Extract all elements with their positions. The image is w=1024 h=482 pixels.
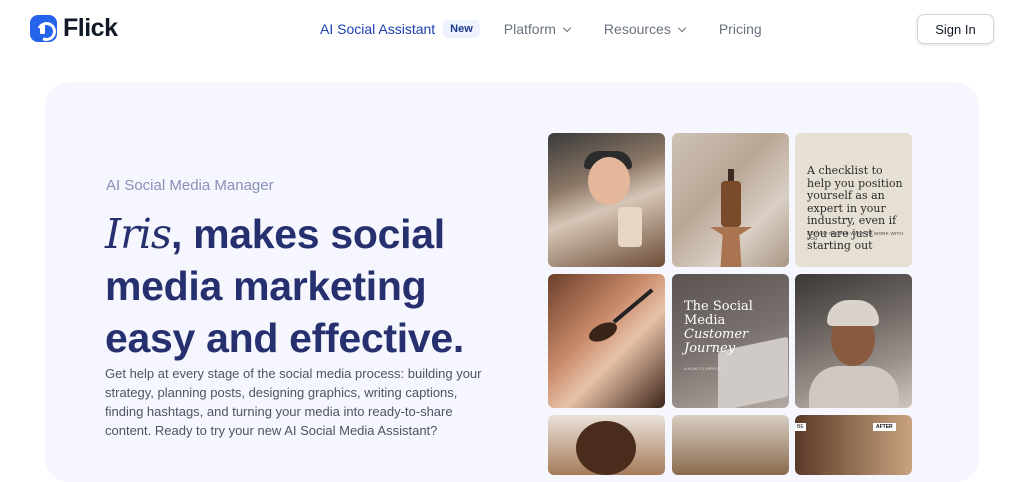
headline-name: Iris	[105, 210, 172, 258]
customer-journey-line2: Customer Journey	[684, 327, 749, 356]
gallery-image-interior	[672, 415, 789, 475]
hero-headline: Iris, makes social media marketing easy …	[105, 208, 525, 364]
nav-item-label: Pricing	[718, 21, 762, 37]
cup-shape	[618, 207, 642, 247]
gallery-image-man-stretching	[795, 274, 912, 408]
sign-in-button[interactable]: Sign In	[917, 14, 994, 44]
bottle-shape	[721, 169, 741, 227]
body-shape	[809, 366, 899, 408]
flick-logo-icon	[30, 15, 57, 42]
nav-item-resources[interactable]: Resources	[603, 21, 687, 37]
stand-shape	[710, 227, 752, 267]
after-label: AFTER	[873, 423, 896, 431]
checklist-post-subtext: SO THAT PEOPLE WANT TO WORK WITH YOU	[807, 231, 904, 241]
nav-item-label: Resources	[603, 21, 671, 37]
gallery-image-barista	[548, 133, 665, 267]
before-label: BE	[795, 423, 806, 431]
tool-shape	[612, 288, 654, 324]
gallery-image-before-after: BE AFTER	[795, 415, 912, 475]
nav-item-platform[interactable]: Platform	[503, 21, 572, 37]
beanie-shape	[827, 300, 879, 326]
main-nav: AI Social Assistant New Platform Resourc…	[320, 20, 796, 38]
face-shape	[588, 157, 630, 205]
gallery-image-curly-hair	[548, 415, 665, 475]
top-navigation-bar: Flick AI Social Assistant New Platform R…	[0, 0, 1024, 58]
gallery-image-serum-bottle	[672, 133, 789, 267]
gallery-image-customer-journey-post: The Social Media Customer Journey A HOW-…	[672, 274, 789, 408]
nav-item-ai-social-assistant[interactable]: AI Social Assistant	[320, 21, 435, 37]
hair-shape	[576, 421, 636, 475]
chevron-down-icon	[677, 23, 687, 32]
hero-eyebrow: AI Social Media Manager	[106, 177, 274, 194]
customer-journey-line1: The Social Media	[684, 299, 753, 328]
customer-journey-title: The Social Media Customer Journey	[684, 300, 754, 356]
brand-name: Flick	[63, 14, 118, 42]
gallery-image-checklist-post: A checklist to help you position yoursel…	[795, 133, 912, 267]
customer-journey-subtext: A HOW-TO IMPROVE	[684, 366, 724, 371]
nav-item-label: Platform	[503, 21, 556, 37]
hero-description: Get help at every stage of the social me…	[105, 366, 482, 438]
gallery-image-lash-artist	[548, 274, 665, 408]
nav-item-label: AI Social Assistant	[320, 21, 436, 37]
new-badge: New	[443, 20, 480, 38]
nav-item-pricing[interactable]: Pricing	[719, 21, 762, 37]
flick-logo[interactable]: Flick	[30, 14, 118, 43]
chevron-down-icon	[562, 23, 572, 32]
